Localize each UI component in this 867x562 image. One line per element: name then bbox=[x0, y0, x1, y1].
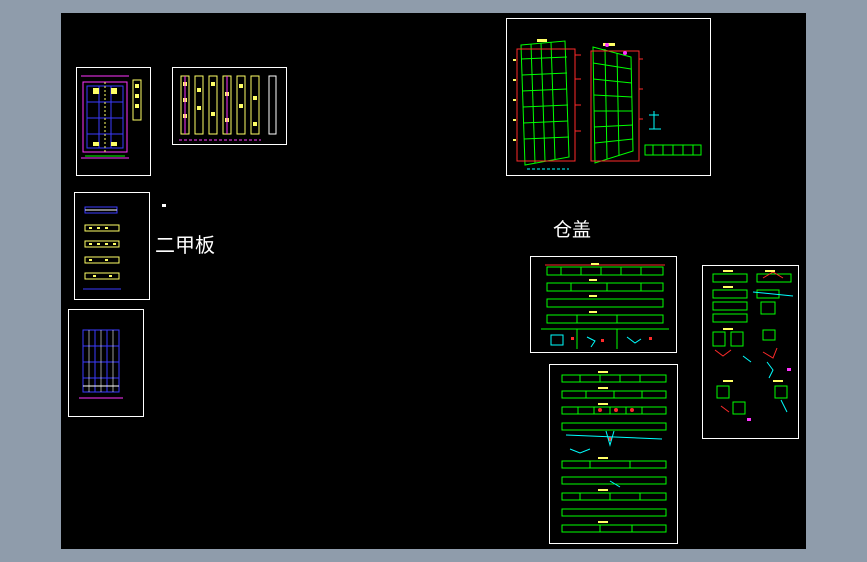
sheet-hatch-cover-1[interactable] bbox=[530, 256, 677, 353]
label-cang-gai: 仓盖 bbox=[553, 219, 592, 241]
hull-structure-drawing bbox=[513, 39, 702, 170]
hatch-cover-2-drawing bbox=[561, 371, 667, 533]
cad-model-space[interactable]: 二甲板 仓盖 bbox=[61, 13, 806, 549]
hatch-details-drawing bbox=[712, 270, 794, 421]
deck-plan-drawing bbox=[81, 75, 142, 159]
sheet-deck-plan[interactable] bbox=[76, 67, 151, 176]
sheet-yellow-sections[interactable] bbox=[172, 67, 287, 145]
deck-details-drawing bbox=[83, 206, 121, 290]
yellow-sections-drawing bbox=[179, 75, 277, 141]
sheet-hatch-cover-2[interactable] bbox=[549, 364, 678, 544]
sheet-deck-details[interactable] bbox=[74, 192, 150, 300]
label-erjia-ban: 二甲板 bbox=[155, 233, 215, 257]
hatch-cover-1-drawing bbox=[541, 263, 669, 349]
sheet-hatch-details[interactable] bbox=[702, 265, 799, 439]
sheet-blue-plan[interactable] bbox=[68, 309, 144, 417]
sheet-hull-structure[interactable] bbox=[506, 18, 711, 176]
point-marker bbox=[162, 204, 166, 207]
blue-plan-drawing bbox=[79, 329, 123, 399]
